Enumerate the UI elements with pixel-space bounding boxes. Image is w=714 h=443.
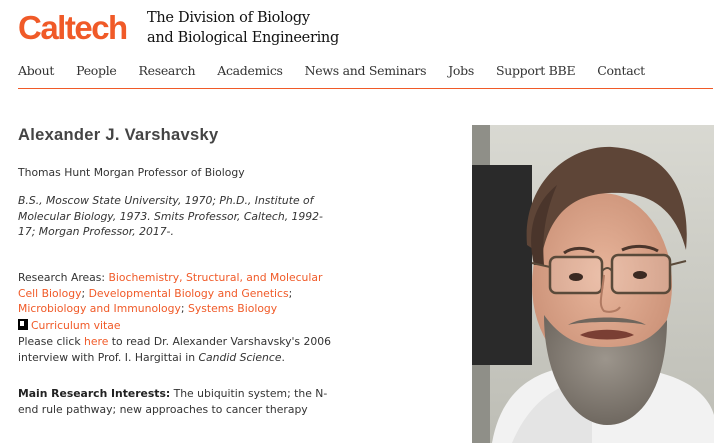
research-separator: ; <box>288 286 293 300</box>
research-area-link-developmental[interactable]: Developmental Biology and Genetics <box>89 287 289 300</box>
research-areas-label: Research Areas: <box>18 271 109 284</box>
curriculum-vitae-link[interactable]: Curriculum vitae <box>31 319 121 332</box>
research-interests: Main Research Interests: The ubiquitin s… <box>18 386 338 417</box>
pdf-document-icon[interactable] <box>18 319 28 330</box>
research-separator: ; <box>81 286 89 300</box>
nav-academics[interactable]: Academics <box>217 63 283 83</box>
division-title-line-1: The Division of Biology <box>147 10 310 26</box>
main-nav: About People Research Academics News and… <box>18 63 714 83</box>
nav-support-bbe[interactable]: Support BBE <box>496 63 576 83</box>
page-title: Alexander J. Varshavsky <box>18 126 219 144</box>
faculty-position: Thomas Hunt Morgan Professor of Biology <box>18 166 245 179</box>
nav-about[interactable]: About <box>18 63 54 83</box>
interview-book-title: Candid Science <box>198 350 282 364</box>
nav-contact[interactable]: Contact <box>597 63 645 83</box>
interview-text-pre: Please click <box>18 335 85 348</box>
cv-row: Curriculum vitae <box>18 318 338 334</box>
research-interests-label: Main Research Interests: <box>18 387 171 400</box>
division-title[interactable]: The Division of Biology and Biological E… <box>147 8 339 48</box>
interview-paragraph: Please click here to read Dr. Alexander … <box>18 334 338 365</box>
nav-news-and-seminars[interactable]: News and Seminars <box>305 63 427 83</box>
profile-photo <box>472 125 714 443</box>
interview-text-end: . <box>281 350 285 364</box>
nav-divider <box>18 88 713 89</box>
education-history: B.S., Moscow State University, 1970; Ph.… <box>18 194 323 238</box>
nav-research[interactable]: Research <box>139 63 196 83</box>
caltech-logo[interactable]: Caltech <box>18 8 128 48</box>
research-areas: Research Areas: Biochemistry, Structural… <box>18 270 338 317</box>
interview-here-link[interactable]: here <box>84 335 108 348</box>
portrait-illustration <box>472 125 714 443</box>
research-area-link-microbiology[interactable]: Microbiology and Immunology <box>18 302 181 315</box>
division-title-line-2: and Biological Engineering <box>147 30 339 46</box>
research-separator: ; <box>180 302 188 315</box>
site-header: Caltech The Division of Biology and Biol… <box>18 8 714 48</box>
nav-jobs[interactable]: Jobs <box>448 63 474 83</box>
research-area-link-systems-biology[interactable]: Systems Biology <box>188 302 277 315</box>
nav-people[interactable]: People <box>76 63 117 83</box>
